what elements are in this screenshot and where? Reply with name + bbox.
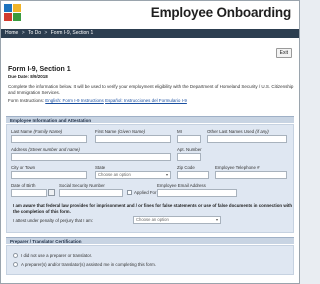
- first-name-field[interactable]: [95, 135, 171, 143]
- state-select[interactable]: Choose an option ▾: [95, 171, 171, 179]
- employee-section-header: Employee Information and Attestation: [6, 116, 294, 123]
- attestation-text: I am aware that federal law provides for…: [13, 203, 293, 214]
- breadcrumb-separator: >: [44, 30, 48, 36]
- mi-field[interactable]: [177, 135, 201, 143]
- city-label: City or Town: [11, 165, 36, 170]
- applied-for-label: Applied For: [134, 190, 157, 195]
- phone-field[interactable]: [215, 171, 287, 179]
- email-label: Employee Email Address: [157, 183, 206, 188]
- attest-label: I attest under penalty of perjury that I…: [13, 218, 94, 223]
- top-header: Employee Onboarding: [1, 1, 299, 29]
- email-field[interactable]: [157, 189, 237, 197]
- state-label: State: [95, 165, 106, 170]
- breadcrumb-home[interactable]: Home: [5, 30, 18, 36]
- logo-tile-green: [13, 13, 21, 21]
- last-name-label: Last Name (Family Name): [11, 129, 63, 134]
- employee-section: Last Name (Family Name) First Name (Give…: [6, 124, 294, 233]
- due-date: Due Date: 8/9/2018: [8, 74, 48, 79]
- company-logo: [4, 4, 22, 22]
- exit-button[interactable]: Exit: [275, 48, 292, 58]
- first-name-label: First Name (Given Name): [95, 129, 146, 134]
- applied-for-checkbox[interactable]: [127, 190, 132, 195]
- ssn-field[interactable]: [59, 189, 123, 197]
- calendar-icon[interactable]: [48, 189, 55, 196]
- zip-label: Zip Code: [177, 165, 195, 170]
- app-window: Employee Onboarding Home > To Do > Form …: [0, 0, 300, 284]
- logo-tile-yellow: [13, 4, 21, 12]
- logo-tile-red: [4, 13, 12, 21]
- chevron-down-icon: ▾: [165, 172, 168, 177]
- zip-field[interactable]: [177, 171, 209, 179]
- preparer-option-assisted-label: A preparer(s) and/or translator(s) assis…: [21, 262, 156, 267]
- breadcrumb-todo[interactable]: To Do: [28, 30, 41, 36]
- app-title: Employee Onboarding: [150, 5, 291, 20]
- chevron-down-icon: ▾: [215, 217, 218, 222]
- preparer-section-header: Preparer / Translator Certification: [6, 237, 294, 244]
- other-names-label: Other Last Names Used (if any): [207, 129, 269, 134]
- address-field[interactable]: [11, 153, 171, 161]
- form-description: Complete the information below. It will …: [8, 84, 294, 95]
- breadcrumb: Home > To Do > Form I-9, Section 1: [1, 29, 299, 38]
- ssn-label: Social Security Number: [59, 183, 105, 188]
- apt-field[interactable]: [177, 153, 201, 161]
- instructions-english-link[interactable]: English: Form I-9 Instructions: [45, 98, 104, 103]
- instructions-spanish-link[interactable]: Español: Instrucciones del Formulario I-…: [105, 98, 187, 103]
- last-name-field[interactable]: [11, 135, 87, 143]
- logo-tile-blue: [4, 4, 12, 12]
- dob-field[interactable]: [11, 189, 47, 197]
- dob-label: Date of Birth: [11, 183, 36, 188]
- main-content: Exit Form I-9, Section 1 Due Date: 8/9/2…: [4, 41, 296, 283]
- preparer-option-none-radio[interactable]: [13, 253, 18, 258]
- breadcrumb-current: Form I-9, Section 1: [50, 30, 94, 36]
- city-field[interactable]: [11, 171, 87, 179]
- state-placeholder: Choose an option: [98, 172, 131, 177]
- preparer-section: I did not use a preparer or translator. …: [6, 245, 294, 275]
- attest-placeholder: Choose an option: [136, 217, 169, 222]
- form-title: Form I-9, Section 1: [8, 66, 71, 73]
- attest-select[interactable]: Choose an option ▾: [133, 216, 221, 224]
- other-names-field[interactable]: [207, 135, 287, 143]
- mi-label: MI: [177, 129, 182, 134]
- phone-label: Employee Telephone #: [215, 165, 260, 170]
- breadcrumb-separator: >: [21, 30, 25, 36]
- address-label: Address (Street number and name): [11, 147, 80, 152]
- preparer-option-assisted-radio[interactable]: [13, 262, 18, 267]
- instructions-label: Form Instructions:: [8, 98, 45, 103]
- preparer-option-none-label: I did not use a preparer or translator.: [21, 253, 93, 258]
- apt-label: Apt. Number: [177, 147, 202, 152]
- form-instructions: Form Instructions: English: Form I-9 Ins…: [8, 98, 187, 103]
